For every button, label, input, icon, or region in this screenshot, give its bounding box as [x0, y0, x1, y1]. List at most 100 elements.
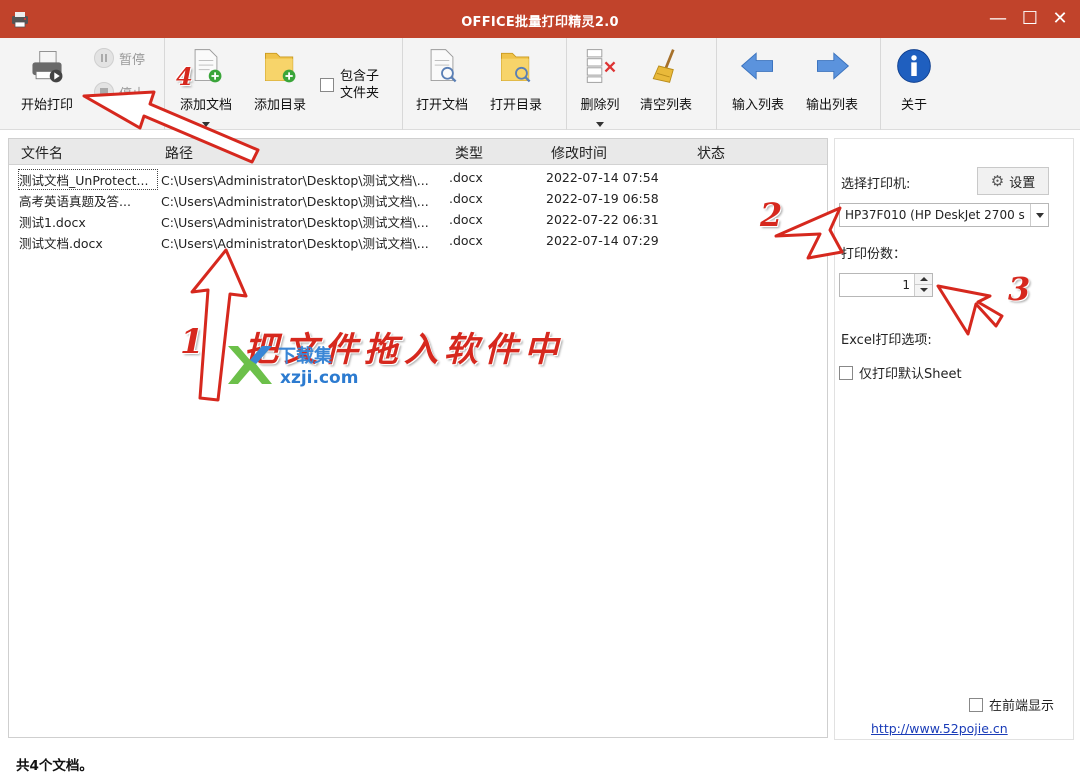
- pause-button[interactable]: 暂停: [94, 48, 145, 68]
- clear-list-button[interactable]: 清空列表: [632, 44, 700, 113]
- watermark-logo: 下载集 xzji.com: [222, 340, 372, 392]
- table-row[interactable]: 测试1.docx C:\Users\Administrator\Desktop\…: [9, 209, 827, 230]
- open-directory-button[interactable]: 打开目录: [482, 44, 550, 113]
- include-subfolders-checkbox[interactable]: 包含子 文件夹: [320, 69, 380, 102]
- annotation-number-3: 3: [1008, 270, 1031, 308]
- copies-value: 1: [902, 278, 910, 292]
- website-link[interactable]: http://www.52pojie.cn: [871, 721, 1008, 736]
- cell-name: 测试文档.docx: [19, 236, 103, 251]
- table-row[interactable]: 高考英语真题及答... C:\Users\Administrator\Deskt…: [9, 188, 827, 209]
- add-folder-icon: [265, 52, 296, 83]
- delete-column-icon: [586, 49, 616, 83]
- printer-icon: [32, 51, 63, 83]
- on-top-box[interactable]: [969, 697, 983, 712]
- cell-type: .docx: [449, 233, 483, 248]
- annotation-number-2: 2: [760, 196, 783, 234]
- export-list-button[interactable]: 输出列表: [798, 44, 866, 113]
- arrow-left-icon: [740, 52, 773, 80]
- chevron-down-icon[interactable]: [1030, 204, 1048, 226]
- broom-icon: [652, 49, 675, 83]
- open-document-icon: [430, 49, 457, 83]
- include-subfolders-box[interactable]: [320, 78, 334, 92]
- copies-label: 打印份数：: [841, 247, 907, 262]
- printer-select-value: HP37F010 (HP DeskJet 2700 s: [845, 208, 1025, 222]
- toolbar-separator: [716, 38, 717, 130]
- status-bar: 共4个文档。: [0, 744, 1080, 782]
- start-print-button[interactable]: 开始打印: [14, 44, 80, 113]
- cell-modified: 2022-07-14 07:29: [546, 233, 659, 248]
- cell-modified: 2022-07-22 06:31: [546, 212, 659, 227]
- stop-label: 停止: [119, 86, 146, 102]
- only-default-sheet-checkbox[interactable]: 仅打印默认Sheet: [839, 363, 962, 382]
- cell-path: C:\Users\Administrator\Desktop\测试文档\...: [161, 215, 429, 230]
- add-document-label: 添加文档: [179, 98, 232, 113]
- include-subfolders-label-2: 文件夹: [340, 86, 380, 101]
- include-subfolders-label-1: 包含子: [340, 69, 380, 84]
- add-directory-label: 添加目录: [253, 98, 306, 113]
- cell-modified: 2022-07-14 07:54: [546, 170, 659, 185]
- maximize-button[interactable]: ☐: [1016, 6, 1044, 32]
- cell-path: C:\Users\Administrator\Desktop\测试文档\...: [161, 236, 429, 251]
- chevron-down-icon[interactable]: [596, 122, 604, 127]
- about-label: 关于: [900, 98, 927, 113]
- import-list-button[interactable]: 输入列表: [724, 44, 792, 113]
- watermark-x-icon: [228, 346, 272, 384]
- file-list[interactable]: 文件名 路径 类型 修改时间 状态 测试文档_UnProtect... C:\U…: [8, 138, 828, 738]
- info-icon: [897, 49, 931, 83]
- settings-button[interactable]: ⚙ 设置: [977, 167, 1049, 195]
- settings-label: 设置: [1009, 175, 1036, 191]
- annotation-number-1: 1: [180, 322, 204, 362]
- copies-stepper[interactable]: 1: [839, 273, 933, 297]
- stop-button[interactable]: 停止: [94, 82, 145, 102]
- cell-name: 测试1.docx: [19, 215, 86, 230]
- add-directory-button[interactable]: 添加目录: [246, 44, 314, 113]
- start-print-label: 开始打印: [20, 98, 73, 113]
- minimize-button[interactable]: —: [984, 6, 1012, 32]
- only-default-sheet-box[interactable]: [839, 365, 853, 380]
- list-header: 文件名 路径 类型 修改时间 状态: [9, 139, 827, 165]
- watermark-url: xzji.com: [280, 368, 359, 388]
- stepper-up-icon[interactable]: [914, 274, 932, 285]
- cell-name: 高考英语真题及答...: [19, 194, 131, 209]
- delete-column-button[interactable]: 删除列: [572, 44, 628, 127]
- open-directory-label: 打开目录: [489, 98, 542, 113]
- clear-list-label: 清空列表: [639, 98, 692, 113]
- column-header-status[interactable]: 状态: [697, 143, 725, 163]
- table-row[interactable]: 测试文档_UnProtect... C:\Users\Administrator…: [9, 167, 827, 190]
- column-header-modified[interactable]: 修改时间: [551, 143, 607, 163]
- cell-type: .docx: [449, 170, 483, 185]
- cell-name: 测试文档_UnProtect...: [18, 169, 158, 190]
- toolbar-separator: [402, 38, 403, 130]
- status-text: 共4个文档。: [16, 758, 93, 774]
- import-list-label: 输入列表: [731, 98, 784, 113]
- stepper-down-icon[interactable]: [914, 285, 932, 296]
- column-header-type[interactable]: 类型: [455, 143, 483, 163]
- title-bar: OFFICE批量打印精灵2.0 — ☐ ✕: [0, 0, 1080, 38]
- only-default-sheet-label: 仅打印默认Sheet: [859, 367, 962, 382]
- stop-icon: [94, 82, 114, 102]
- toolbar-separator: [880, 38, 881, 130]
- column-header-path[interactable]: 路径: [165, 143, 193, 163]
- annotation-number-4: 4: [176, 62, 193, 91]
- cell-type: .docx: [449, 212, 483, 227]
- on-top-checkbox[interactable]: 在前端显示: [969, 695, 1054, 714]
- window-title: OFFICE批量打印精灵2.0: [461, 15, 619, 30]
- pause-label: 暂停: [119, 52, 146, 68]
- column-header-name[interactable]: 文件名: [21, 143, 63, 163]
- on-top-label: 在前端显示: [989, 699, 1055, 714]
- toolbar-separator: [566, 38, 567, 130]
- cell-path: C:\Users\Administrator\Desktop\测试文档\...: [161, 194, 429, 209]
- open-document-button[interactable]: 打开文档: [408, 44, 476, 113]
- close-button[interactable]: ✕: [1046, 6, 1074, 32]
- chevron-down-icon[interactable]: [202, 122, 210, 127]
- printer-select[interactable]: HP37F010 (HP DeskJet 2700 s: [839, 203, 1049, 227]
- toolbar-separator: [164, 38, 165, 130]
- delete-column-label: 删除列: [580, 98, 620, 113]
- table-row[interactable]: 测试文档.docx C:\Users\Administrator\Desktop…: [9, 230, 827, 251]
- open-folder-icon: [501, 52, 531, 83]
- open-document-label: 打开文档: [415, 98, 468, 113]
- select-printer-label: 选择打印机:: [841, 177, 911, 192]
- about-button[interactable]: 关于: [886, 44, 942, 113]
- excel-options-label: Excel打印选项:: [841, 333, 932, 348]
- options-panel: 选择打印机: ⚙ 设置 HP37F010 (HP DeskJet 2700 s …: [834, 138, 1074, 740]
